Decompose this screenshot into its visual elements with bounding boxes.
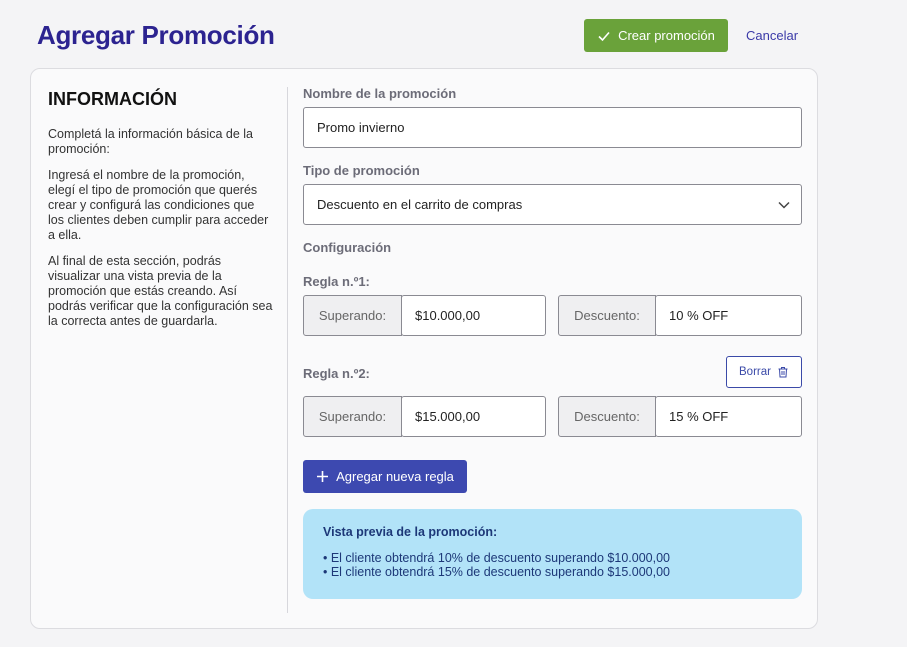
preview-item: • El cliente obtendrá 10% de descuento s… bbox=[323, 551, 670, 565]
info-panel: INFORMACIÓN Completá la información bási… bbox=[48, 89, 273, 340]
rule-2-threshold-prefix: Superando: bbox=[303, 396, 402, 437]
preview-item: • El cliente obtendrá 15% de descuento s… bbox=[323, 565, 670, 579]
rule-2-discount-prefix: Descuento: bbox=[558, 396, 656, 437]
promotion-type-select[interactable]: Descuento en el carrito de compras bbox=[303, 184, 802, 225]
delete-rule-label: Borrar bbox=[739, 366, 771, 378]
rule-1-title: Regla n.º1: bbox=[303, 274, 370, 289]
type-label: Tipo de promoción bbox=[303, 163, 420, 178]
promotion-type-value: Descuento en el carrito de compras bbox=[317, 197, 523, 212]
add-rule-button[interactable]: Agregar nueva regla bbox=[303, 460, 467, 493]
promotion-preview: Vista previa de la promoción: • El clien… bbox=[303, 509, 802, 599]
rule-1-threshold-prefix: Superando: bbox=[303, 295, 402, 336]
rule-1-discount-input[interactable]: 10 % OFF bbox=[655, 295, 802, 336]
info-title: INFORMACIÓN bbox=[48, 89, 177, 109]
promotion-name-input[interactable]: Promo invierno bbox=[303, 107, 802, 148]
add-rule-label: Agregar nueva regla bbox=[336, 469, 454, 484]
delete-rule-button[interactable]: Borrar bbox=[726, 356, 802, 388]
rule-2-discount-input[interactable]: 15 % OFF bbox=[655, 396, 802, 437]
create-promotion-button[interactable]: Crear promoción bbox=[584, 19, 728, 52]
cancel-link[interactable]: Cancelar bbox=[746, 28, 798, 43]
rule-1-discount-prefix: Descuento: bbox=[558, 295, 656, 336]
rule-2-title: Regla n.º2: bbox=[303, 366, 370, 381]
create-promotion-label: Crear promoción bbox=[618, 28, 715, 43]
section-divider bbox=[287, 87, 288, 613]
rule-2-threshold-input[interactable]: $15.000,00 bbox=[401, 396, 546, 437]
info-paragraph: Completá la información básica de la pro… bbox=[48, 127, 253, 156]
info-paragraph: Ingresá el nombre de la promoción, elegí… bbox=[48, 168, 269, 242]
rule-1-threshold-input[interactable]: $10.000,00 bbox=[401, 295, 546, 336]
config-label: Configuración bbox=[303, 240, 392, 255]
trash-icon bbox=[778, 367, 788, 378]
info-paragraph: Al final de esta sección, podrás visuali… bbox=[48, 254, 273, 328]
page-title: Agregar Promoción bbox=[37, 20, 275, 50]
check-icon bbox=[598, 31, 610, 41]
preview-title: Vista previa de la promoción: bbox=[323, 525, 498, 539]
plus-icon bbox=[317, 471, 329, 482]
name-label: Nombre de la promoción bbox=[303, 86, 457, 101]
chevron-down-icon bbox=[778, 201, 790, 209]
promotion-form-card: INFORMACIÓN Completá la información bási… bbox=[30, 68, 818, 629]
